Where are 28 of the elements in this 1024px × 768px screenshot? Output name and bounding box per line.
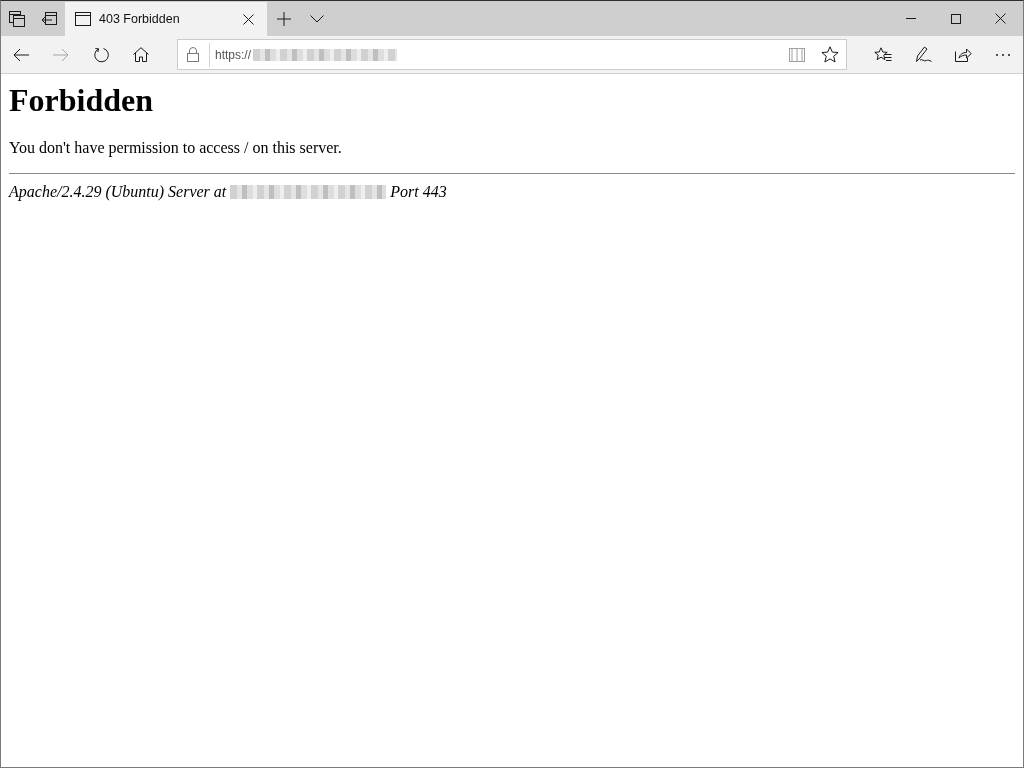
tabs-stack-icon [9,10,25,27]
star-icon [820,46,839,63]
url-text: https:// [215,47,252,62]
error-message: You don't have permission to access / on this server. [9,139,343,157]
more-icon [996,53,1010,56]
star-list-icon [874,46,892,63]
window-icon [75,12,91,26]
share-icon [954,47,972,62]
arrow-rectangle-icon [41,12,57,25]
back-arrow-icon [13,47,29,62]
close-icon [995,13,1006,24]
tab-title: 403 Forbidden [99,12,180,26]
forward-arrow-icon [53,47,69,62]
minimize-icon [905,18,916,19]
lock-icon [187,47,199,62]
maximize-icon [950,13,961,24]
pen-icon [914,46,932,63]
book-icon [788,47,805,62]
browser-tab[interactable]: 403 Forbidden [65,2,267,36]
server-signature: Apache/2.4.29 (Ubuntu) Server at [9,183,227,201]
refresh-icon [93,46,109,63]
close-icon [242,13,254,25]
page-heading: Forbidden [9,82,155,119]
plus-icon [276,11,291,26]
chevron-down-icon [309,14,324,23]
server-port: Port 443 [390,183,447,201]
home-icon [133,47,149,62]
address-field[interactable]: https:// [177,39,847,70]
